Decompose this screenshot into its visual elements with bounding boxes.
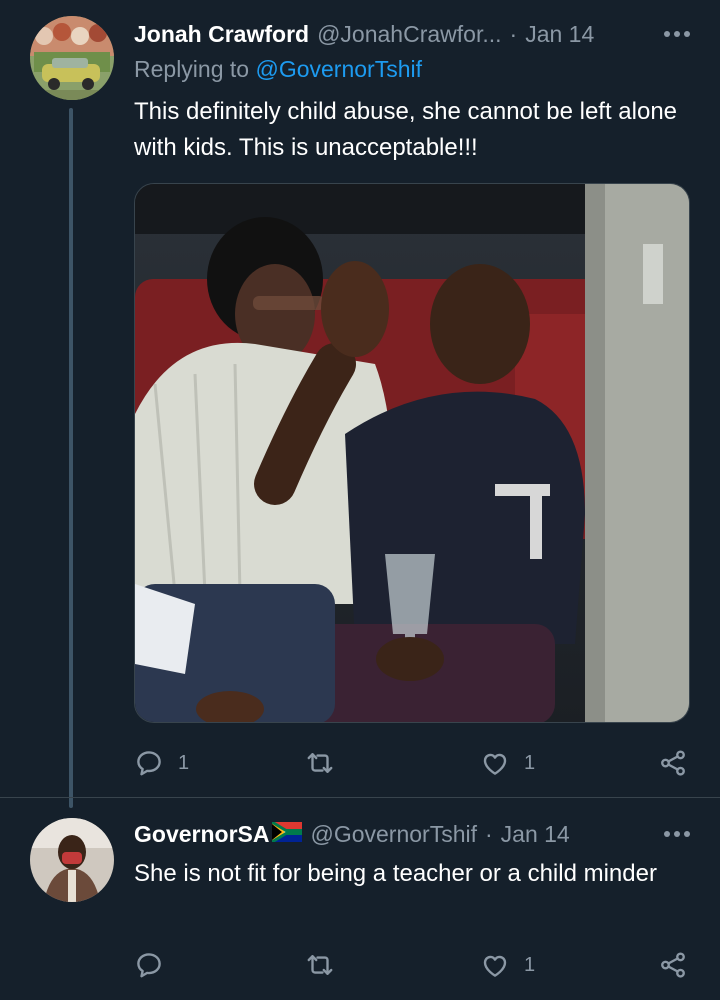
like-button[interactable]: 1 — [480, 745, 535, 781]
reply-icon — [137, 953, 161, 978]
tweet-actions: 1 1 — [134, 745, 694, 781]
tweet-photo[interactable] — [134, 183, 690, 723]
like-count: 1 — [524, 751, 536, 774]
author-name[interactable]: Jonah Crawford — [134, 21, 309, 48]
like-button[interactable]: 1 — [480, 947, 535, 983]
more-icon[interactable] — [664, 18, 690, 50]
share-icon — [661, 952, 685, 978]
tweet-text: She is not fit for being a teacher or a … — [134, 860, 657, 887]
author-handle[interactable]: @JonahCrawfor... — [317, 21, 501, 48]
separator-dot: · — [485, 820, 493, 847]
tweet-divider — [0, 797, 720, 798]
like-icon — [483, 753, 507, 775]
avatar-jonah-crawford[interactable] — [30, 16, 114, 100]
like-icon — [483, 955, 507, 977]
retweet-button[interactable] — [304, 947, 350, 983]
replying-to-link[interactable]: @GovernorTshif — [255, 56, 422, 82]
thread-line — [69, 108, 73, 808]
reply-count: 1 — [178, 751, 190, 774]
reply-button[interactable]: 1 — [134, 745, 189, 781]
share-button[interactable] — [658, 745, 688, 781]
tweet-header: Jonah Crawford @JonahCrawfor... · Jan 14 — [134, 18, 692, 50]
retweet-icon — [307, 955, 333, 975]
avatar-governorsa[interactable] — [30, 818, 114, 902]
tweet-jonah-crawford[interactable]: Jonah Crawford @JonahCrawfor... · Jan 14… — [0, 0, 720, 808]
south-africa-flag-emoji — [271, 820, 304, 848]
replying-prefix: Replying to — [134, 56, 250, 82]
share-icon — [661, 750, 685, 776]
reply-icon — [137, 751, 161, 776]
tweet-text: This definitely child abuse, she cannot … — [134, 98, 678, 161]
replying-to: Replying to @GovernorTshif — [134, 56, 422, 83]
share-button[interactable] — [658, 947, 688, 983]
tweet-actions: 1 — [134, 947, 694, 983]
reply-button[interactable] — [134, 947, 178, 983]
tweet-governorsa[interactable]: GovernorSA @GovernorTshif · Jan 14 She i… — [0, 800, 720, 1000]
retweet-button[interactable] — [304, 745, 350, 781]
like-count: 1 — [524, 953, 536, 976]
tweet-header: GovernorSA @GovernorTshif · Jan 14 — [134, 818, 692, 850]
author-handle[interactable]: @GovernorTshif — [310, 821, 477, 848]
tweet-date[interactable]: Jan 14 — [525, 21, 594, 48]
separator-dot: · — [509, 20, 518, 47]
author-name[interactable]: GovernorSA — [134, 821, 269, 848]
retweet-icon — [307, 753, 333, 773]
more-icon[interactable] — [664, 818, 690, 850]
tweet-date[interactable]: Jan 14 — [501, 821, 570, 848]
